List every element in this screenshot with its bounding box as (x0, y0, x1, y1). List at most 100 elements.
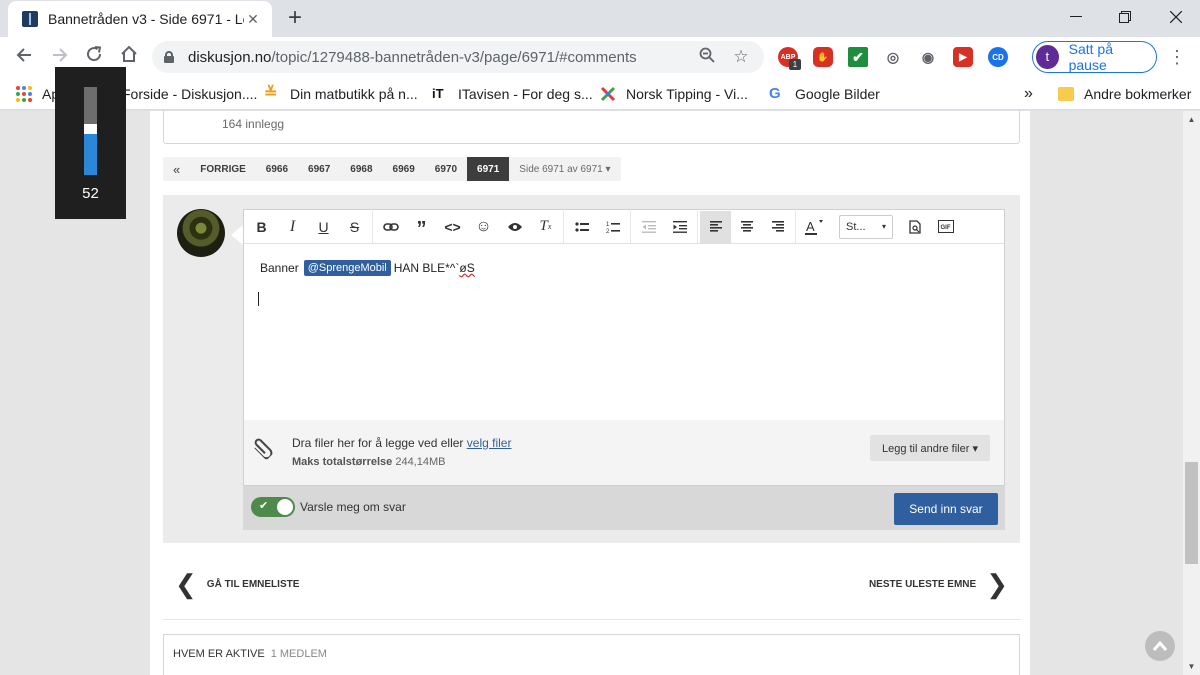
add-other-files-button[interactable]: Legg til andre filer ▾ (869, 435, 990, 461)
new-tab-button[interactable]: + (283, 6, 307, 30)
pagination: « FORRIGE 6966 6967 6968 6969 6970 6971 … (163, 157, 621, 181)
code-icon[interactable]: <> (437, 211, 468, 243)
align-center-icon[interactable] (731, 211, 762, 243)
bookmark-matbutikk[interactable]: ≚ Din matbutikk på n... (264, 84, 418, 104)
zoom-icon[interactable] (696, 47, 718, 68)
style-select[interactable]: St... ▾ (839, 214, 893, 239)
style-select-value: St... (846, 220, 866, 233)
emoji-icon[interactable]: ☺ (468, 211, 499, 243)
bookmark-star-icon[interactable]: ☆ (730, 47, 752, 67)
bookmark-google-bilder[interactable]: G Google Bilder (769, 84, 880, 104)
strikethrough-icon[interactable]: S (339, 211, 370, 243)
max-size-value: 244,14MB (395, 456, 446, 468)
back-to-list-label: GÅ TIL EMNELISTE (206, 578, 300, 590)
quote-icon[interactable]: ” (406, 211, 437, 243)
document-preview-icon[interactable] (899, 211, 930, 243)
numbered-list-icon[interactable]: 12 (597, 211, 628, 243)
page-info-label: Side 6971 av 6971 (519, 163, 603, 175)
close-window-button[interactable] (1153, 4, 1199, 30)
clear-format-icon[interactable]: Tx (530, 211, 561, 243)
attachment-dropzone[interactable]: Dra filer her for å legge ved eller velg… (244, 420, 1004, 485)
toolbar-divider (372, 210, 373, 243)
editor-content[interactable]: Banner @SprengeMobil HAN BLE*^` øS (260, 260, 475, 276)
lock-icon (164, 51, 174, 63)
prev-page-button[interactable]: FORRIGE (190, 157, 256, 181)
tab-strip: Bannetråden v3 - Side 6971 - Lek ✕ + (0, 0, 1200, 37)
profile-button[interactable]: t Satt på pause (1032, 41, 1157, 73)
choose-files-link[interactable]: velg filer (467, 436, 512, 450)
page-scrollbar[interactable]: ▲ ▼ (1183, 111, 1200, 675)
italic-icon[interactable]: I (277, 211, 308, 243)
page-link[interactable]: 6970 (425, 157, 467, 181)
bookmark-label: Forside - Diskusjon.... (122, 86, 258, 102)
svg-text:1: 1 (606, 222, 610, 228)
scroll-down-arrow-icon[interactable]: ▼ (1183, 658, 1200, 675)
preview-eye-icon[interactable] (499, 211, 530, 243)
scroll-up-arrow-icon[interactable]: ▲ (1183, 111, 1200, 128)
user-mention[interactable]: @SprengeMobil (303, 260, 391, 276)
page-link[interactable]: 6969 (383, 157, 425, 181)
current-page[interactable]: 6971 (467, 157, 510, 181)
page-link[interactable]: 6966 (256, 157, 298, 181)
cd-extension-icon[interactable]: CD (988, 47, 1008, 67)
outdent-icon[interactable] (633, 211, 664, 243)
podcast-extension-icon[interactable]: ◉ (918, 47, 938, 67)
home-button[interactable] (117, 45, 141, 69)
bulleted-list-icon[interactable] (566, 211, 597, 243)
home-icon (121, 45, 137, 62)
checkmark-extension-icon[interactable]: ✔ (848, 47, 868, 67)
speech-pointer (231, 225, 243, 245)
bookmark-norsk-tipping[interactable]: Norsk Tipping - Vi... (600, 84, 748, 104)
other-bookmarks[interactable]: Andre bokmerker (1058, 84, 1191, 104)
bookmark-label: ITavisen - For deg s... (458, 86, 593, 102)
chevron-down-icon: ▾ (881, 222, 886, 231)
forward-button[interactable] (48, 45, 72, 69)
underline-icon[interactable]: U (308, 211, 339, 243)
cast-extension-icon[interactable]: ◎ (883, 47, 903, 67)
address-bar[interactable]: diskusjon.no/topic/1279488-bannetråden-v… (152, 41, 764, 73)
indent-icon[interactable] (664, 211, 695, 243)
url-host: diskusjon.no (188, 48, 272, 66)
first-page-icon[interactable]: « (163, 157, 190, 181)
avatar[interactable] (177, 209, 225, 257)
scrollbar-thumb[interactable] (1185, 462, 1198, 564)
page-jump-dropdown[interactable]: Side 6971 av 6971 ▾ (509, 164, 620, 175)
menu-kebab-icon[interactable]: ⋮ (1168, 45, 1186, 69)
align-left-icon[interactable] (700, 210, 731, 243)
video-extension-icon[interactable]: ▶ (953, 47, 973, 67)
toolbar-divider (697, 210, 698, 243)
notify-toggle[interactable]: ✔ (251, 497, 295, 517)
bookmarks-overflow-button[interactable]: » (1024, 84, 1033, 104)
browser-toolbar: diskusjon.no/topic/1279488-bannetråden-v… (0, 37, 1200, 77)
volume-fill (84, 134, 97, 175)
scroll-to-top-button[interactable] (1145, 631, 1175, 661)
text-color-icon[interactable]: A (798, 211, 829, 243)
volume-slider[interactable] (84, 87, 97, 175)
submit-reply-button[interactable]: Send inn svar (894, 493, 998, 525)
bold-icon[interactable]: B (246, 211, 277, 243)
norsk-tipping-logo-icon (600, 86, 616, 102)
browser-tab[interactable]: Bannetråden v3 - Side 6971 - Lek ✕ (8, 1, 272, 37)
align-right-icon[interactable] (762, 211, 793, 243)
back-to-topic-list-link[interactable]: ❮ GÅ TIL EMNELISTE (175, 571, 300, 597)
checkmark-icon: ✔ (259, 500, 269, 512)
web-page: 164 innlegg « FORRIGE 6966 6967 6968 696… (0, 111, 1200, 675)
svg-text:2: 2 (606, 229, 610, 234)
page-link[interactable]: 6967 (298, 157, 340, 181)
url-text[interactable]: diskusjon.no/topic/1279488-bannetråden-v… (188, 49, 684, 66)
page-link[interactable]: 6968 (340, 157, 382, 181)
reply-editor: B I U S ” <> ☺ Tx 12 A St... ▾ GIF Banne… (243, 209, 1005, 486)
bookmark-itavisen[interactable]: iT ITavisen - For deg s... (432, 84, 593, 104)
back-button[interactable] (12, 45, 36, 69)
minimize-button[interactable] (1053, 4, 1099, 30)
restore-button[interactable] (1102, 4, 1148, 30)
volume-thumb[interactable] (84, 124, 97, 134)
stop-extension-icon[interactable]: ✋ (813, 47, 833, 67)
apps-grid-icon (16, 86, 32, 102)
link-icon[interactable] (375, 211, 406, 243)
gif-icon[interactable]: GIF (930, 211, 961, 243)
close-window-icon (1170, 11, 1182, 23)
reload-button[interactable] (82, 45, 106, 69)
close-tab-icon[interactable]: ✕ (244, 11, 262, 28)
next-unread-topic-link[interactable]: NESTE ULESTE EMNE ❯ (869, 571, 1008, 597)
